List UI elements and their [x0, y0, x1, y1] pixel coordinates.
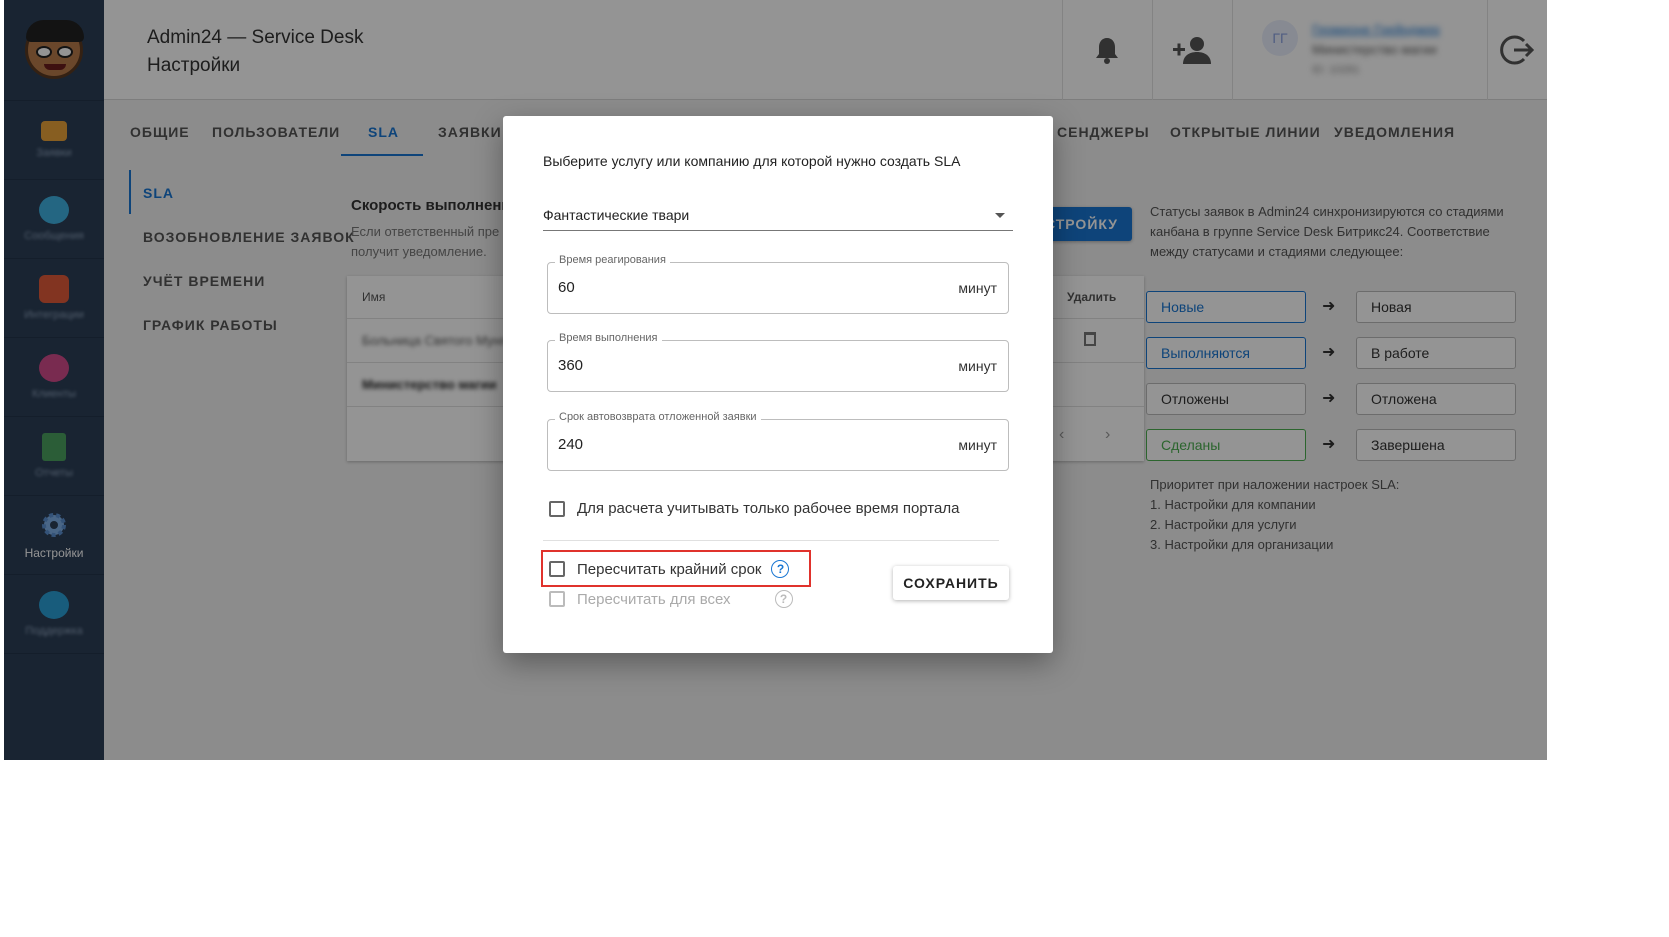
recalc-all-row: Пересчитать для всех ? [549, 590, 793, 608]
create-sla-dialog: Выберите услугу или компанию для которой… [503, 116, 1053, 653]
save-button[interactable]: СОХРАНИТЬ [893, 566, 1009, 600]
checkbox-label: Пересчитать крайний срок [577, 560, 762, 578]
reaction-time-input[interactable]: 60 [558, 279, 575, 296]
recalc-all-checkbox [549, 591, 565, 607]
field-unit: минут [958, 358, 997, 374]
checkbox-label: Пересчитать для всех [577, 590, 731, 608]
field-label: Время выполнения [555, 332, 662, 344]
checkbox-label: Для расчета учитывать только рабочее вре… [577, 500, 960, 517]
field-label: Срок автовозврата отложенной заявки [555, 411, 761, 423]
help-icon[interactable]: ? [774, 590, 793, 608]
auto-return-input[interactable]: 240 [558, 436, 583, 453]
service-select-value: Фантастические твари [543, 207, 690, 223]
dialog-title: Выберите услугу или компанию для которой… [543, 153, 961, 169]
work-time-checkbox[interactable] [549, 500, 565, 517]
completion-time-input[interactable]: 360 [558, 357, 583, 374]
field-unit: минут [958, 280, 997, 296]
recalc-deadline-row[interactable]: Пересчитать крайний срок ? [549, 560, 790, 578]
reaction-time-field[interactable]: Время реагирования 60 минут [547, 254, 1009, 314]
auto-return-field[interactable]: Срок автовозврата отложенной заявки 240 … [547, 411, 1009, 471]
field-unit: минут [958, 437, 997, 453]
work-time-checkbox-row[interactable]: Для расчета учитывать только рабочее вре… [549, 500, 959, 517]
completion-time-field[interactable]: Время выполнения 360 минут [547, 332, 1009, 392]
recalc-deadline-checkbox[interactable] [549, 561, 565, 577]
field-label: Время реагирования [555, 254, 670, 266]
divider [543, 540, 999, 541]
chevron-down-icon [995, 213, 1005, 218]
service-select[interactable]: Фантастические твари [543, 201, 1013, 231]
help-icon[interactable]: ? [771, 560, 790, 578]
